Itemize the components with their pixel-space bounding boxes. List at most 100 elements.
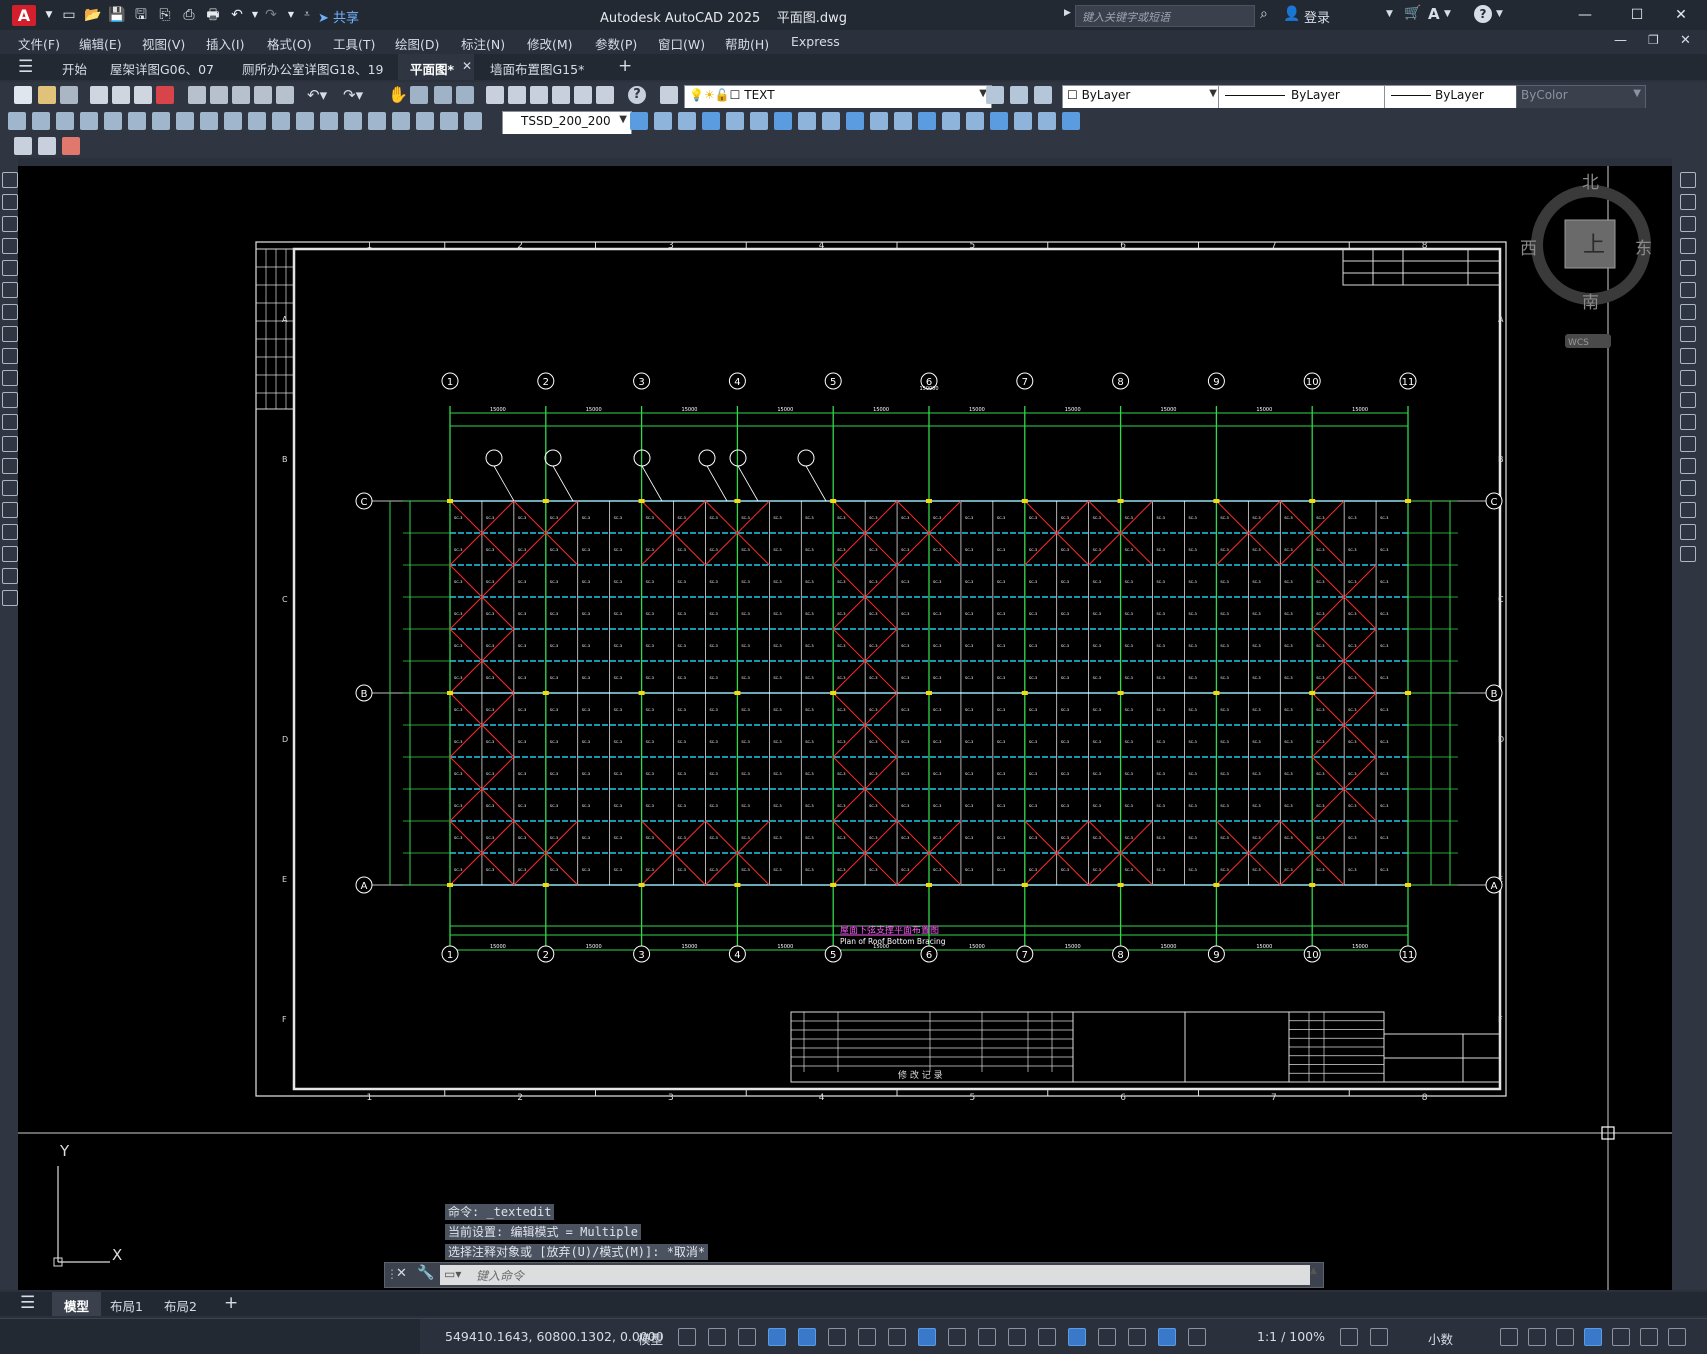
dim-dim-text-edit-icon[interactable] [440,112,458,130]
dim-jogged-linear-icon[interactable] [392,112,410,130]
draw-insert-block-icon[interactable] [2,414,18,430]
menu-dimension[interactable]: 标注(N) [461,34,505,53]
undo-icon[interactable]: ↶ [228,6,246,24]
modify-tool-5-icon[interactable] [726,112,744,130]
quick-properties-icon[interactable] [1528,1328,1546,1346]
command-input[interactable]: 键入命令 [440,1265,1310,1285]
zoom-window-icon[interactable] [434,86,452,104]
menu-draw[interactable]: 绘图(D) [395,34,439,53]
modify-tool-2-icon[interactable] [654,112,672,130]
open-icon[interactable] [38,86,56,104]
modify-chamfer-icon[interactable] [1680,480,1696,496]
dim-arc-length-icon[interactable] [56,112,74,130]
modify-tool-19-icon[interactable] [1062,112,1080,130]
menu-help[interactable]: 帮助(H) [725,34,769,53]
tssd-tool-3-icon[interactable] [62,137,80,155]
dim-dim-break-icon[interactable] [296,112,314,130]
dim-dim-edit-icon[interactable] [416,112,434,130]
tab-layout2[interactable]: 布局2 [152,1292,209,1316]
lineweight-toggle-icon[interactable] [948,1328,966,1346]
draw-spline-icon[interactable] [2,348,18,364]
tab-layout1[interactable]: 布局1 [98,1292,155,1316]
coordinates-readout[interactable]: 549410.1643, 60800.1302, 0.0000 [445,1329,664,1344]
annotation-scale[interactable]: 1:1 / 100% [1257,1329,1325,1344]
menu-file[interactable]: 文件(F) [18,34,60,53]
markup-icon[interactable] [574,86,592,104]
drawing-canvas[interactable]: 1122334455667788AABBCCDDEEFF 1 1 15000 1500… [18,166,1672,1290]
draw-arc-icon[interactable] [2,282,18,298]
new-layout-button[interactable]: + [212,1292,250,1316]
menu-format[interactable]: 格式(O) [267,34,312,53]
isodraft-toggle-icon[interactable] [858,1328,876,1346]
layer-states-icon[interactable] [1034,86,1052,104]
graphics-performance-icon[interactable] [1612,1328,1630,1346]
viewcube-south[interactable]: 南 [1582,293,1599,313]
undo-toolbar-icon[interactable]: ↶▾ [307,86,327,104]
dim-angular-icon[interactable] [176,112,194,130]
redo-icon[interactable]: ↷ [262,6,280,24]
draw-line-icon[interactable] [2,172,18,188]
tab-truss-detail[interactable]: 屋架详图G06、07 [98,54,226,80]
modify-tool-17-icon[interactable] [1014,112,1032,130]
isolate-objects-icon[interactable] [1584,1328,1602,1346]
dim-radius-icon[interactable] [104,112,122,130]
modify-erase-icon[interactable] [1680,172,1696,188]
polar-toggle-icon[interactable] [828,1328,846,1346]
modify-trim-icon[interactable] [1680,370,1696,386]
zoom-previous-icon[interactable] [456,86,474,104]
dim-baseline-icon[interactable] [224,112,242,130]
menu-tools[interactable]: 工具(T) [333,34,375,53]
help-icon[interactable]: ? [1474,5,1492,23]
modify-tool-12-icon[interactable] [894,112,912,130]
infer-toggle-icon[interactable] [768,1328,786,1346]
modify-tool-13-icon[interactable] [918,112,936,130]
dim-center-mark-icon[interactable] [344,112,362,130]
dynamic-input-toggle-icon[interactable] [798,1328,816,1346]
plot-icon[interactable]: 🖶 [204,6,222,24]
save-icon[interactable]: 💾 [108,6,126,24]
draw-gradient-icon[interactable] [2,502,18,518]
selection-filter-toggle-icon[interactable] [1098,1328,1116,1346]
tssd-tool-1-icon[interactable] [14,137,32,155]
modify-tool-7-icon[interactable] [774,112,792,130]
modify-scale-icon[interactable] [1680,326,1696,342]
auto-scale-toggle-icon[interactable] [1188,1328,1206,1346]
customize-quick-access-icon[interactable]: ⩡ [298,6,316,24]
modify-tool-10-icon[interactable] [846,112,864,130]
help-search-input[interactable]: 键入关键字或短语 [1075,5,1255,27]
draw-hatch-icon[interactable] [2,480,18,496]
tab-close-icon[interactable]: ✕ [462,59,472,73]
maximize-button[interactable]: ☐ [1620,4,1654,26]
paste-icon[interactable] [232,86,250,104]
print-preview-icon[interactable] [112,86,130,104]
viewcube-west[interactable]: 西 [1520,239,1537,259]
modify-break-icon[interactable] [1680,436,1696,452]
customize-icon[interactable] [1668,1328,1686,1346]
lock-ui-icon[interactable] [1556,1328,1574,1346]
modify-fillet-icon[interactable] [1680,502,1696,518]
tab-office-detail[interactable]: 厕所办公室详图G18、19 [230,54,396,80]
workspace-gear-icon[interactable] [1340,1328,1358,1346]
modify-tool-16-icon[interactable] [990,112,1008,130]
units-setting[interactable]: 小数 [1428,1329,1453,1348]
command-customize-icon[interactable]: 🔧 [417,1265,434,1281]
cart-icon[interactable]: 🛒 [1404,5,1421,21]
command-history-toggle-icon[interactable]: ▲ [1310,1266,1317,1276]
hamburger-menu-icon[interactable]: ☰ [18,57,33,77]
new-tab-button[interactable]: + [606,54,644,80]
draw-polyline-icon[interactable] [2,194,18,210]
viewcube-north[interactable]: 北 [1582,173,1599,193]
draw-multiline-text-icon[interactable] [2,568,18,584]
draw-point-icon[interactable] [2,458,18,474]
app-menu-chevron-icon[interactable]: ▼ [40,6,58,24]
draw-add-selected-icon[interactable] [2,590,18,606]
doc-close-button[interactable]: ✕ [1680,33,1691,48]
autocad-logo-icon[interactable]: A [12,5,36,26]
doc-minimize-button[interactable]: — [1614,33,1627,48]
publish-icon[interactable] [134,86,152,104]
save-web-icon[interactable]: ⎙ [180,6,198,24]
draw-table-icon[interactable] [2,546,18,562]
modify-offset-icon[interactable] [1680,238,1696,254]
tab-wall-layout[interactable]: 墙面布置图G15* [478,54,596,80]
search-icon[interactable]: ⌕ [1260,6,1268,22]
